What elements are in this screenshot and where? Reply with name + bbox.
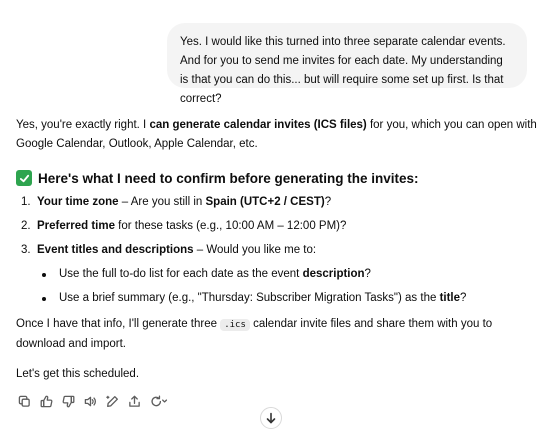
list-item: 2. Preferred time for these tasks (e.g., … (16, 217, 544, 241)
item-text-end: ? (324, 196, 332, 208)
list-item: 1. Your time zone – Are you still in Spai… (16, 193, 544, 217)
thumbs-down-icon[interactable] (60, 393, 77, 409)
list-item: 3. Event titles and descriptions – Would … (16, 241, 544, 265)
message-actions (16, 393, 175, 409)
edit-icon[interactable] (104, 393, 121, 409)
bullet-item: Use a brief summary (e.g., "Thursday: Su… (16, 289, 544, 313)
bullet-list: Use the full to-do list for each date as… (16, 265, 544, 313)
inline-code: .ics (220, 319, 250, 331)
item-text: – Are you still in (118, 196, 206, 208)
checkmark-icon (16, 170, 32, 186)
item-number: 2. (21, 220, 31, 232)
intro-bold: can generate calendar invites (ICS files… (149, 119, 367, 131)
item-bold: Event titles and descriptions (37, 244, 194, 256)
heading-text: Here's what I need to confirm before gen… (38, 170, 419, 186)
item-text: for these tasks (e.g., 10:00 AM – 12:00 … (114, 220, 347, 232)
followup-text: Once I have that info, I'll generate thr… (16, 318, 221, 330)
assistant-intro: Yes, you're exactly right. I can generat… (16, 116, 544, 154)
user-message-bubble: Yes. I would like this turned into three… (167, 23, 527, 105)
followup-paragraph: Once I have that info, I'll generate thr… (16, 315, 544, 354)
regenerate-icon[interactable] (148, 393, 170, 409)
scroll-down-button[interactable] (260, 407, 282, 429)
bullet-text-end: ? (460, 292, 467, 304)
read-aloud-icon[interactable] (82, 393, 99, 409)
thumbs-up-icon[interactable] (38, 393, 55, 409)
arrow-down-icon (266, 412, 276, 424)
assistant-message: Yes, you're exactly right. I can generat… (16, 116, 544, 384)
copy-icon[interactable] (16, 393, 33, 409)
item-bold: Your time zone (37, 196, 119, 208)
bullet-text-end: ? (364, 268, 371, 280)
section-heading: Here's what I need to confirm before gen… (16, 167, 544, 189)
item-bold-2: Spain (UTC+2 / CEST) (205, 196, 325, 208)
bullet-text: Use the full to-do list for each date as… (59, 268, 303, 280)
item-text: – Would you like me to: (193, 244, 317, 256)
bullet-text: Use a brief summary (e.g., "Thursday: Su… (59, 292, 440, 304)
user-message-text: Yes. I would like this turned into three… (180, 36, 506, 105)
numbered-list: 1. Your time zone – Are you still in Spai… (16, 193, 544, 265)
intro-text: Yes, you're exactly right. I (16, 119, 150, 131)
item-number: 3. (21, 244, 31, 256)
closing-text: Let's get this scheduled. (16, 368, 140, 380)
item-number: 1. (21, 196, 31, 208)
bullet-bold: description (302, 268, 365, 280)
bullet-item: Use the full to-do list for each date as… (16, 265, 544, 289)
bullet-bold: title (439, 292, 461, 304)
share-icon[interactable] (126, 393, 143, 409)
item-bold: Preferred time (37, 220, 115, 232)
